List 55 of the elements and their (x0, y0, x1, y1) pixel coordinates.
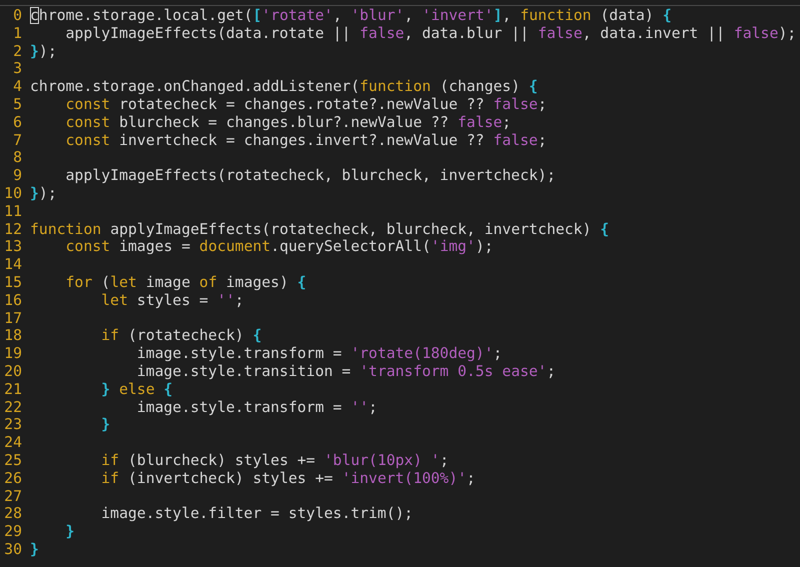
line-number: 19 (3, 345, 22, 363)
code-line: if (invertcheck) styles += 'invert(100%)'; (100, 470, 476, 488)
line-number: 1 (12, 24, 22, 43)
code-line: const invertcheck = changes.invert?.newValue ?? false; (64, 132, 547, 150)
line-number: 6 (12, 114, 22, 132)
line-number: 22 (3, 398, 22, 416)
code-line: image.style.transform = ''; (136, 398, 378, 416)
line-number: 16 (3, 292, 22, 310)
line-number: 27 (3, 488, 22, 506)
line-number: 30 (3, 540, 22, 559)
line-number: 29 (3, 523, 22, 541)
line-number: 18 (3, 327, 22, 346)
line-number: 28 (3, 505, 22, 524)
line-number: 4 (12, 78, 22, 96)
code-line: applyImageEffects(data.rotate || false, data.blur || false, data.invert || false); (64, 24, 796, 43)
code-line: image.style.filter = styles.trim(); (100, 505, 414, 524)
line-number: 10 (3, 184, 22, 203)
line-number: 8 (12, 149, 22, 168)
line-number: 14 (3, 256, 22, 274)
line-number: 5 (12, 96, 22, 114)
line-number: 9 (12, 167, 22, 185)
line-number: 21 (3, 380, 22, 399)
line-number: 12 (3, 220, 22, 238)
code-line: if (blurcheck) styles += 'blur(10px) '; (100, 452, 449, 470)
code-line: function applyImageEffects(rotatecheck, blurcheck, invertcheck) { (30, 220, 610, 238)
code-line: chrome.storage.onChanged.addListener(function (changes) { (30, 78, 538, 96)
code-line: if (rotatecheck) { (100, 327, 262, 346)
code-line: } else { (100, 380, 173, 399)
code-line: } (30, 540, 39, 559)
code-line: image.style.transition = 'transform 0.5s ease'; (136, 362, 556, 381)
line-number: 2 (12, 42, 22, 60)
line-number: 25 (3, 452, 22, 470)
line-number: 26 (3, 470, 22, 488)
code-line: let styles = ''; (100, 292, 244, 310)
code-line: } (64, 523, 75, 541)
code-line: for (let image of images) { (64, 274, 306, 292)
line-number: 13 (3, 238, 22, 256)
code-line: }); (30, 42, 57, 60)
line-number: 20 (3, 362, 22, 381)
line-number: 15 (3, 274, 22, 292)
code-line: } (100, 416, 110, 434)
code-line: const rotatecheck = changes.rotate?.newValue ?? false; (64, 96, 547, 114)
code-line: const blurcheck = changes.blur?.newValue ?? false; (64, 114, 512, 132)
code-line: chrome.storage.local.get(['rotate', 'blur', 'invert'], function (data) { (30, 7, 672, 25)
code-line: image.style.transform = 'rotate(180deg)'; (136, 345, 502, 363)
line-number: 0 (12, 7, 22, 25)
line-number: 24 (3, 434, 22, 452)
code-line: applyImageEffects(rotatecheck, blurcheck, invertcheck); (64, 167, 556, 185)
line-number: 7 (12, 132, 22, 150)
code-line: const images = document.querySelectorAll('img'); (64, 238, 494, 256)
line-number: 3 (12, 60, 22, 78)
line-number: 11 (3, 202, 22, 221)
code-line: }); (30, 184, 57, 203)
line-number: 23 (3, 416, 22, 434)
line-number: 17 (3, 310, 22, 328)
